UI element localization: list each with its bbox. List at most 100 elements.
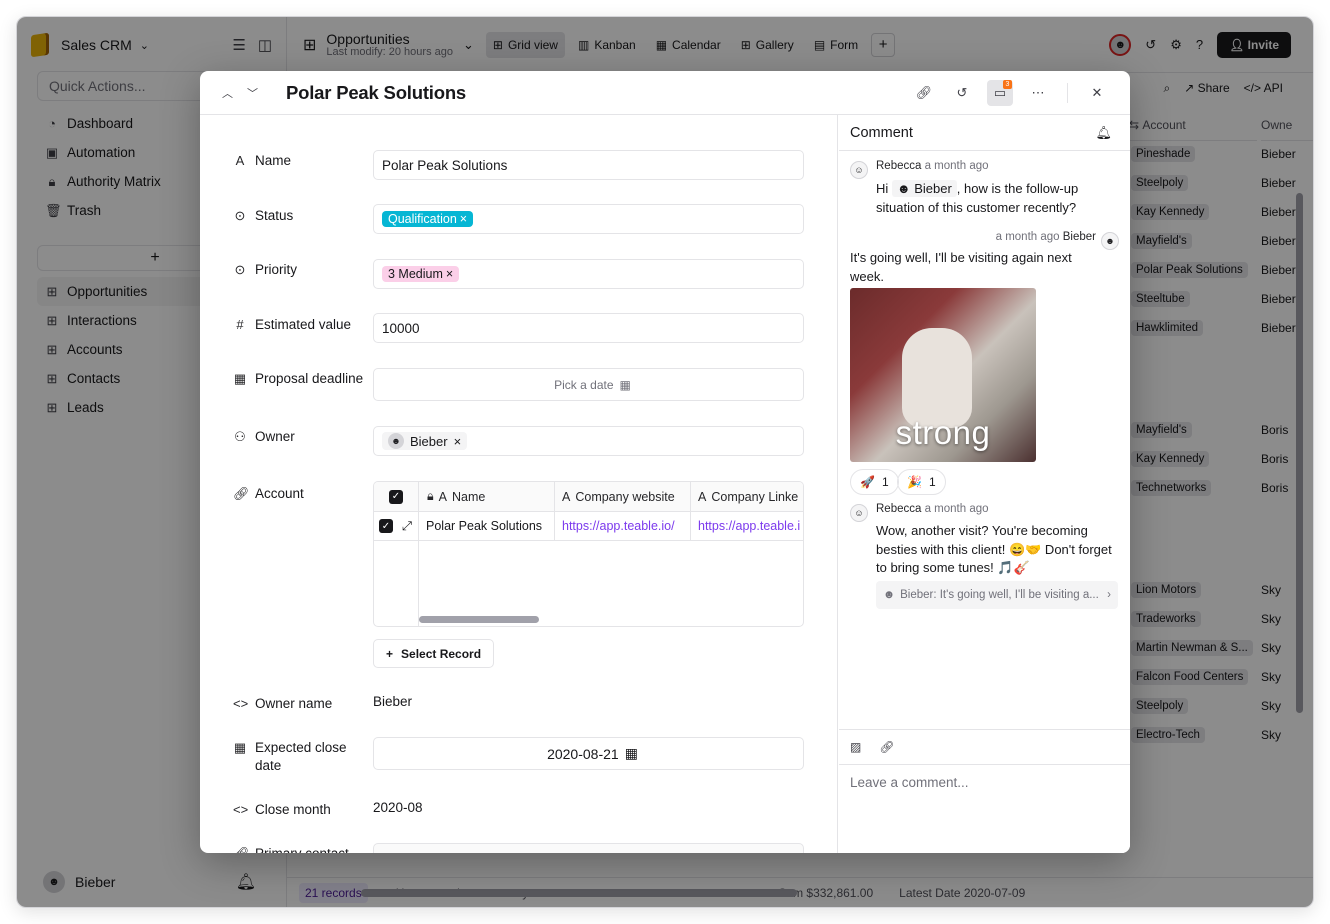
comment-author: Rebecca <box>876 503 922 515</box>
reaction-count: 1 <box>928 475 936 489</box>
date-value: 2020-08-21 <box>547 745 619 762</box>
priority-tag-label: 3 Medium <box>388 267 443 281</box>
comment-count-badge: 3 <box>1003 79 1012 89</box>
chevron-down-icon[interactable]: ﹀ <box>247 85 258 101</box>
estimated-value-field[interactable]: 10000 <box>373 313 804 343</box>
link-table-header: ✓ 🔒︎ A Name A Company website A Company Link… <box>374 482 803 512</box>
field-label-owner-name: <> Owner name <box>233 695 368 713</box>
link-icon[interactable]: 🔗︎ <box>879 740 894 754</box>
avatar: ☺ <box>850 504 868 522</box>
column-header-name[interactable]: 🔒︎ A Name <box>419 482 555 511</box>
account-link-table: ✓ 🔒︎ A Name A Company website A Company Link… <box>373 481 804 627</box>
record-fields: A Name Polar Peak Solutions ⊙ Status Quali… <box>200 115 838 853</box>
chevron-up-icon[interactable]: ︿ <box>222 85 233 101</box>
status-tag-label: Qualification <box>388 212 457 226</box>
date-placeholder: Pick a date <box>554 377 614 392</box>
cell-name[interactable]: Polar Peak Solutions <box>419 512 555 540</box>
calendar-icon: ▦ <box>233 740 247 755</box>
table-row[interactable]: ✓ ⤢ Polar Peak Solutions https://app.teab… <box>374 512 803 541</box>
field-label-primary-contact: 🔗︎ Primary contact <box>233 845 368 853</box>
image-icon[interactable]: ▨ <box>850 740 861 754</box>
field-label-text: Proposal deadline <box>255 371 364 386</box>
reaction-rocket[interactable]: 🚀 1 <box>850 469 899 495</box>
field-label-owner: ⚇ Owner <box>233 428 368 446</box>
comment-time: a month ago <box>995 231 1060 243</box>
column-header-company-linkedin[interactable]: A Company Linke <box>691 482 803 511</box>
owner-field[interactable]: ☻ Bieber × <box>373 426 804 456</box>
comment-title: Comment <box>850 124 913 141</box>
field-label-priority: ⊙ Priority <box>233 261 368 279</box>
column-label: Name <box>452 489 486 504</box>
close-icon[interactable]: × <box>460 212 467 226</box>
comment-time: a month ago <box>924 503 989 515</box>
horizontal-scrollbar[interactable] <box>419 616 539 623</box>
text-field-icon: A <box>698 489 707 504</box>
status-field[interactable]: Qualification × <box>373 204 804 234</box>
link-icon[interactable]: 🔗︎ <box>911 80 937 106</box>
reaction-count: 1 <box>881 475 889 489</box>
close-icon[interactable]: × <box>446 267 453 281</box>
party-icon: 🎉 <box>907 475 922 489</box>
close-icon[interactable]: × <box>454 434 462 449</box>
comment-text-part: Hi <box>876 181 889 196</box>
field-label-text: Owner name <box>255 696 333 711</box>
record-expand-modal: ︿ ﹀ Polar Peak Solutions 🔗︎ ↺ ▭ 3 ⋯ ✕ A Na… <box>200 71 1130 853</box>
expand-icon[interactable]: ⤢ <box>402 519 412 534</box>
comment-panel: Comment 🔔︎ ☺ Rebecca a month ago Hi ☻ Bi… <box>839 115 1130 853</box>
rocket-icon: 🚀 <box>860 475 875 489</box>
gif-image[interactable]: strong <box>850 288 1036 462</box>
field-label-account: 🔗︎ Account <box>233 485 368 503</box>
field-label-status: ⊙ Status <box>233 207 368 225</box>
comment-header: Comment 🔔︎ <box>839 115 1130 151</box>
gif-caption: strong <box>895 414 991 451</box>
calendar-icon: ▦ <box>624 745 638 761</box>
reply-quote[interactable]: ☻ Bieber: It's going well, I'll be visiti… <box>876 581 1118 609</box>
cell-company-linkedin[interactable]: https://app.teable.i <box>691 512 803 540</box>
field-label-close-month: <> Close month <box>233 801 368 819</box>
select-field-icon: ⊙ <box>234 262 246 277</box>
lock-icon: 🔒︎ <box>427 489 434 503</box>
priority-field[interactable]: 3 Medium × <box>373 259 804 289</box>
field-label-text: Close month <box>255 802 331 817</box>
field-label-text: Name <box>255 153 292 168</box>
user-field-icon: ⚇ <box>234 429 246 444</box>
mention-chip[interactable]: ☻ Bieber <box>891 180 957 197</box>
comment-text: Wow, another visit? You're becoming best… <box>876 523 1112 575</box>
comment-toolbar: ▨ 🔗︎ <box>839 729 1130 765</box>
comment-toggle-button[interactable]: ▭ 3 <box>987 79 1013 106</box>
select-all-checkbox[interactable]: ✓ <box>374 482 419 511</box>
row-checkbox[interactable]: ✓ <box>379 519 393 533</box>
history-icon[interactable]: ↺ <box>949 80 975 106</box>
row-select[interactable]: ✓ ⤢ <box>374 512 419 540</box>
field-label-text: Estimated value <box>255 317 352 332</box>
more-icon[interactable]: ⋯ <box>1025 80 1051 106</box>
expected-close-date-field[interactable]: 2020-08-21 ▦ <box>373 737 804 770</box>
number-field-icon: # <box>236 317 244 332</box>
close-icon[interactable]: ✕ <box>1084 80 1110 106</box>
priority-tag: 3 Medium × <box>382 266 460 282</box>
primary-contact-field[interactable] <box>373 843 804 853</box>
reaction-party[interactable]: 🎉 1 <box>897 469 946 495</box>
comment-time: a month ago <box>924 160 989 172</box>
mention-label: Bieber <box>914 181 952 196</box>
formula-icon: <> <box>233 696 249 711</box>
select-record-button[interactable]: + Select Record <box>373 639 495 668</box>
proposal-deadline-field[interactable]: Pick a date ▦ <box>373 368 804 401</box>
avatar: ☺ <box>850 161 868 179</box>
text-field-icon: A <box>235 153 245 168</box>
column-label: Company website <box>575 489 675 504</box>
owner-name-value: Bieber <box>373 694 413 709</box>
field-label-text: Status <box>255 208 294 223</box>
text-field-icon: A <box>438 489 447 504</box>
comment-text: It's going well, I'll be visiting again … <box>850 250 1072 284</box>
select-field-icon: ⊙ <box>234 208 246 223</box>
comment-input[interactable]: Leave a comment... <box>850 775 969 790</box>
chevron-right-icon: › <box>1107 589 1111 601</box>
bell-icon[interactable]: 🔔︎ <box>1095 125 1112 141</box>
cell-company-website[interactable]: https://app.teable.io/ <box>555 512 691 540</box>
link-icon: 🔗︎ <box>233 845 250 853</box>
field-label-expected-close-date: ▦ Expected close date <box>233 739 368 775</box>
avatar: ☻ <box>388 433 404 449</box>
name-field[interactable]: Polar Peak Solutions <box>373 150 804 180</box>
column-header-company-website[interactable]: A Company website <box>555 482 691 511</box>
